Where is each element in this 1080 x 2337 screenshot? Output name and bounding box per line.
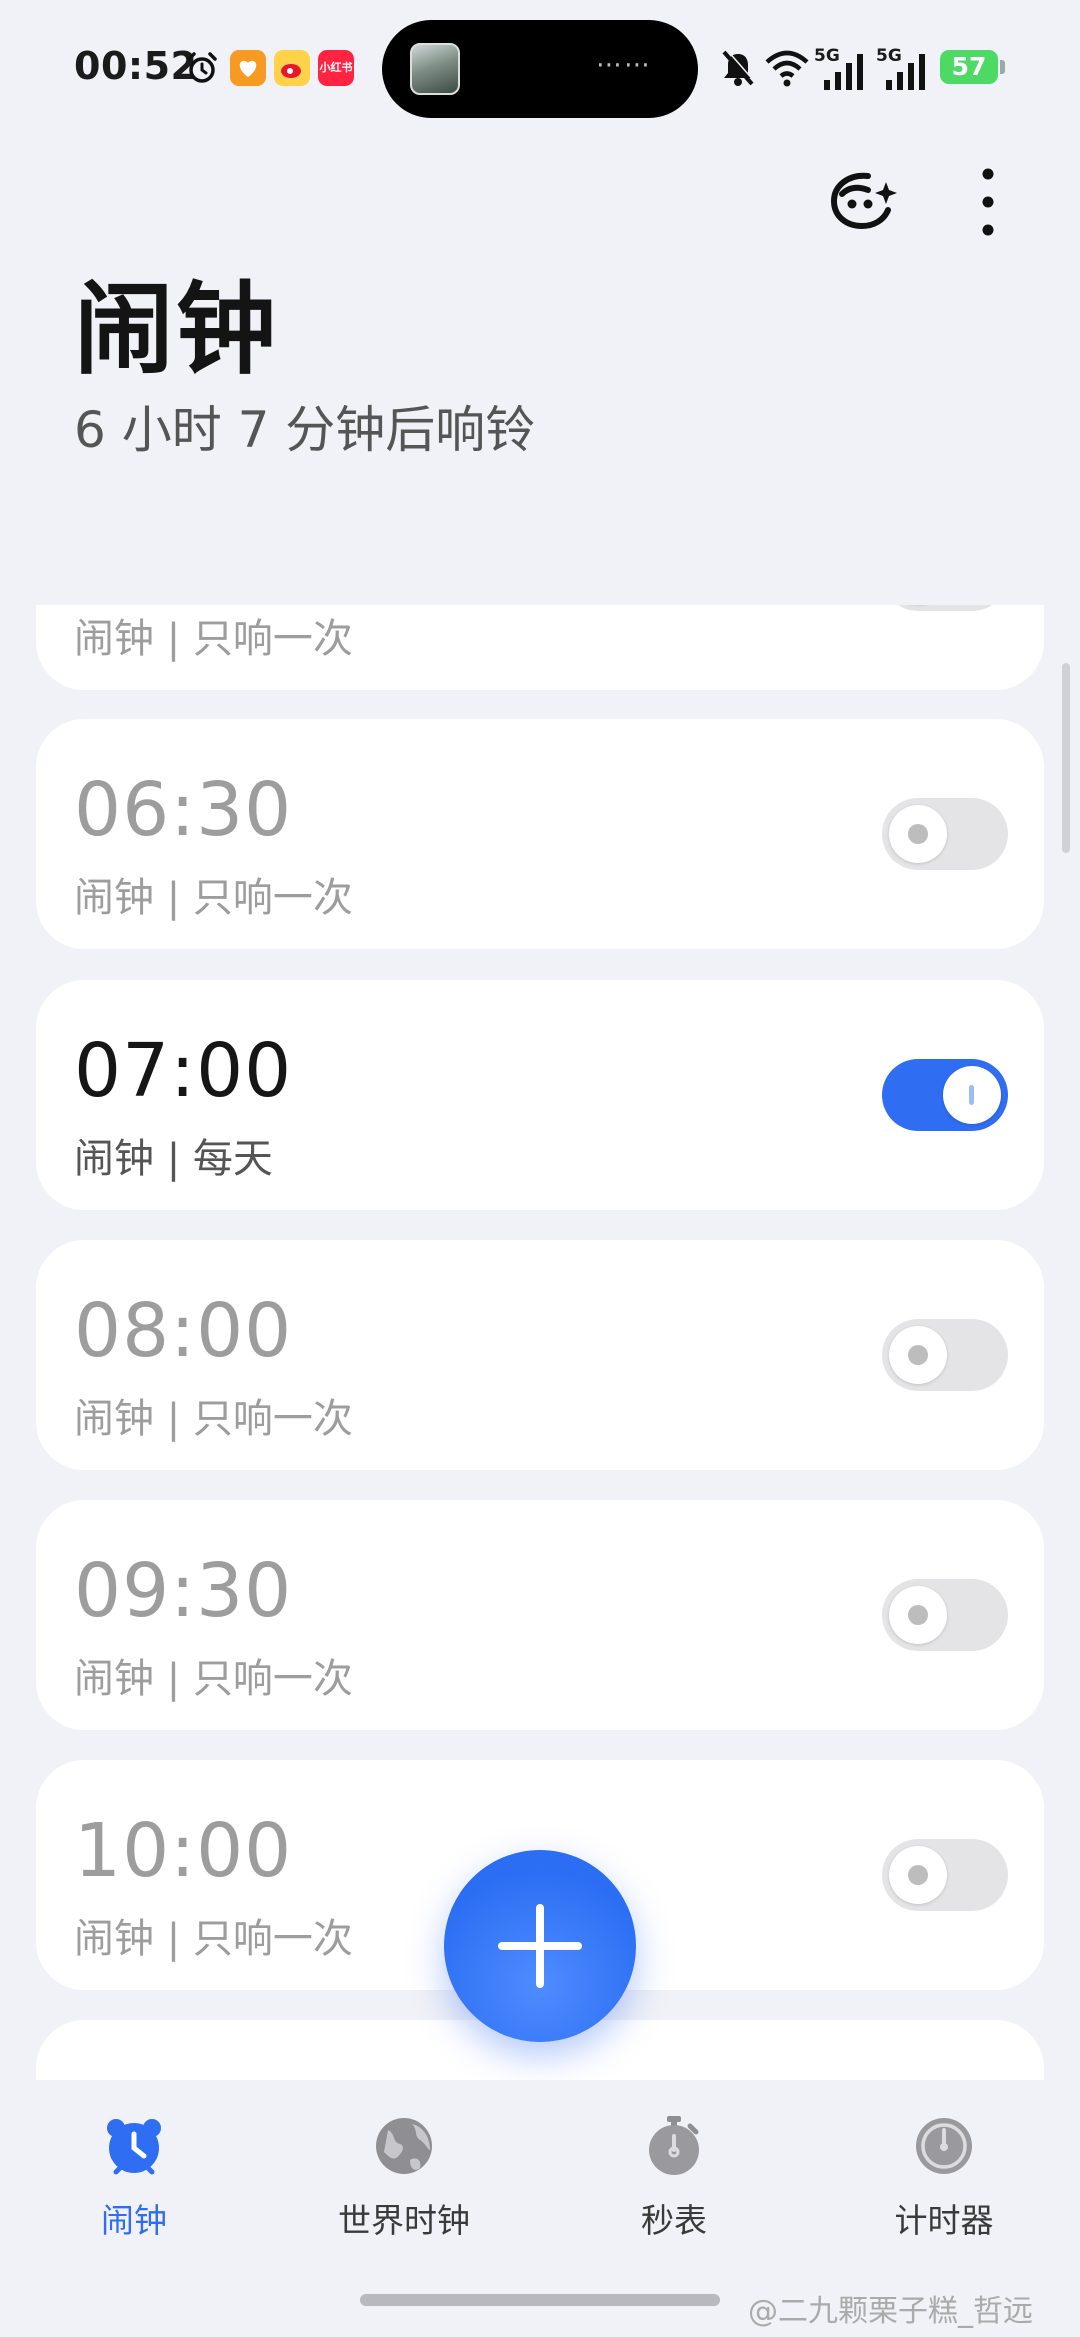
tab-label: 闹钟 [101, 2201, 167, 2240]
status-bar: 00:52 小红书 ⋯⋯ 5G 5G 57 [0, 0, 1080, 140]
status-time: 00:52 [74, 44, 198, 88]
home-indicator[interactable] [360, 2294, 720, 2306]
alarm-toggle[interactable] [882, 605, 1008, 611]
alarm-repeat-label: 闹钟 | 只响一次 [74, 875, 353, 921]
alarm-card[interactable]: 闹钟 | 只响一次 [36, 605, 1044, 690]
alarm-time: 10:00 [74, 1808, 293, 1894]
toggle-knob [889, 1586, 947, 1644]
tab-stopwatch[interactable]: 秒表 [574, 2116, 774, 2256]
alarm-card[interactable]: 06:30 闹钟 | 只响一次 [36, 719, 1044, 949]
alarm-status-icon [187, 52, 217, 83]
audio-wave-icon: ⋯⋯ [596, 50, 652, 80]
weibo-app-icon [274, 50, 310, 86]
alarm-time: 08:00 [74, 1288, 293, 1374]
wifi-icon [765, 50, 809, 87]
alarm-time: 06:30 [74, 767, 293, 853]
list-scrollbar[interactable] [1062, 663, 1070, 853]
ai-assistant-icon[interactable] [828, 168, 900, 234]
alarm-toggle[interactable] [882, 1839, 1008, 1911]
alarm-repeat-label: 闹钟 | 只响一次 [74, 616, 353, 662]
battery-cap [1000, 60, 1005, 74]
alarm-card[interactable]: 09:30 闹钟 | 只响一次 [36, 1500, 1044, 1730]
tab-alarm[interactable]: 闹钟 [34, 2116, 234, 2256]
more-options-icon[interactable] [976, 166, 1000, 238]
alarm-repeat-label: 闹钟 | 每天 [74, 1136, 273, 1182]
signal-bars-icon [886, 54, 925, 90]
alarm-toggle[interactable] [882, 1579, 1008, 1651]
dynamic-island[interactable]: ⋯⋯ [382, 20, 698, 118]
alarm-toggle[interactable] [882, 1319, 1008, 1391]
battery-body: 57 [940, 50, 998, 84]
tab-label: 秒表 [641, 2201, 707, 2240]
timer-icon [916, 2118, 972, 2174]
stopwatch-icon [649, 2116, 699, 2175]
tab-label: 世界时钟 [338, 2201, 470, 2240]
alarm-card[interactable]: 08:00 闹钟 | 只响一次 [36, 1240, 1044, 1470]
watermark: @二九颗栗子糕_哲远 [748, 2294, 1033, 2329]
alarm-toggle[interactable] [882, 1059, 1008, 1131]
alarm-repeat-label: 闹钟 | 只响一次 [74, 1396, 353, 1442]
page-title: 闹钟 [74, 271, 278, 388]
alarm-repeat-label: 闹钟 | 只响一次 [74, 1916, 353, 1962]
xiaohongshu-app-icon: 小红书 [318, 50, 354, 86]
toggle-knob [889, 1846, 947, 1904]
tab-timer[interactable]: 计时器 [844, 2116, 1044, 2256]
alarm-time: 09:30 [74, 1548, 293, 1634]
tab-world-clock[interactable]: 世界时钟 [304, 2116, 504, 2256]
alarm-time: 07:00 [74, 1028, 293, 1114]
toggle-knob [889, 1326, 947, 1384]
next-alarm-countdown: 6 小时 7 分钟后响铃 [74, 401, 536, 459]
media-thumbnail [410, 43, 460, 95]
signal-5g-2: 5G [876, 46, 928, 90]
tab-label: 计时器 [894, 2201, 994, 2240]
add-alarm-button[interactable] [444, 1850, 636, 2042]
alarm-repeat-label: 闹钟 | 只响一次 [74, 1656, 353, 1702]
alarm-card[interactable]: 07:00 闹钟 | 每天 [36, 980, 1044, 1210]
battery-level: 57 [951, 52, 987, 81]
signal-5g-1: 5G [814, 46, 866, 90]
alarm-clock-icon [107, 2119, 161, 2175]
globe-icon [376, 2118, 432, 2174]
heart-app-icon [230, 50, 266, 86]
battery-indicator: 57 [940, 46, 1006, 90]
signal-bars-icon [824, 54, 863, 90]
app-badge-text: 小红书 [319, 61, 353, 74]
toggle-knob [943, 1066, 1001, 1124]
alarm-toggle[interactable] [882, 798, 1008, 870]
toggle-knob [889, 805, 947, 863]
mute-bell-icon [722, 49, 756, 86]
